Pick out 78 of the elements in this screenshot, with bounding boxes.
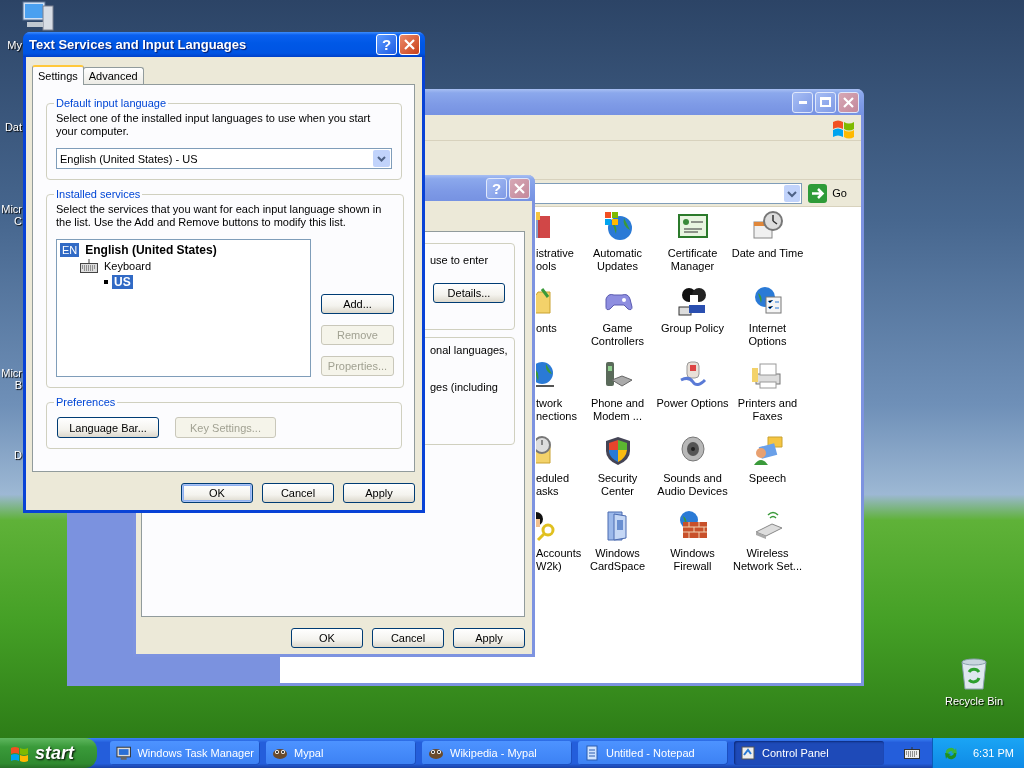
item-label[interactable]: Date and Time [731,247,804,260]
language-badge: EN [60,243,80,257]
item-label[interactable]: Printers and Faxes [737,397,798,423]
keyboard-icon [80,259,98,273]
item-label[interactable]: Speech [748,472,787,485]
description-text: ges (including [430,381,498,394]
dialog-button[interactable]: Apply [343,483,415,503]
title-bar[interactable]: Text Services and Input Languages ? [23,32,425,57]
dialog-button[interactable]: Apply [453,628,525,648]
description-text: use to enter [430,254,489,267]
item-label[interactable]: Security Center [597,472,638,498]
taskbar-button[interactable]: Control Panel [734,741,884,765]
item-label[interactable]: onts [536,322,557,335]
computer-icon[interactable] [21,0,55,32]
item-label[interactable]: istrative ools [536,247,574,273]
start-button[interactable]: start [0,738,97,768]
list-action-button[interactable]: Add... [321,294,394,314]
arrow-right-icon [808,183,828,203]
item-label[interactable]: Certificate Manager [667,247,718,273]
minimize-icon [798,100,807,104]
dialog-button[interactable]: OK [181,483,253,503]
language-dropdown[interactable]: English (United States) - US [56,148,392,169]
item-label[interactable]: Power Options [656,397,729,410]
recycle-bin-icon[interactable] [959,656,989,690]
group-heading: Default input language [55,97,168,109]
tab[interactable]: Settings [32,65,84,85]
group-heading: Preferences [55,396,117,408]
item-label[interactable]: eduled asks [536,472,570,498]
close-icon [843,96,854,108]
tree-item[interactable]: Keyboard [102,259,154,273]
notepad-icon [584,745,600,761]
desktop-icon-label[interactable]: My [0,39,22,51]
help-button[interactable]: ? [376,34,397,55]
item-label[interactable]: Group Policy [661,322,724,335]
desktop-icon-label[interactable]: Recycle Bin [934,695,1014,707]
go-button[interactable]: Go [806,183,849,203]
person-speech-icon[interactable] [751,435,784,467]
item-label[interactable]: Wireless Network Set... [732,547,803,573]
item-label[interactable]: Phone and Modem ... [590,397,645,423]
group-heading: Installed services [55,188,142,200]
tree-item[interactable]: English (United States) [83,243,219,257]
close-button[interactable] [509,177,530,199]
minimize-button[interactable] [792,91,813,113]
maximize-icon [820,97,831,107]
calendar-clock-icon[interactable] [751,210,784,242]
keyboard-icon[interactable] [904,747,920,759]
item-label[interactable]: Internet Options [748,322,787,348]
tree-item[interactable]: US [112,275,133,289]
close-icon [404,39,415,50]
clock: 6:31 PM [973,747,1014,759]
desktop-icon-label[interactable]: Dat [0,121,22,133]
tab[interactable]: Advanced [82,67,144,84]
dialog-button[interactable]: OK [291,628,363,648]
windows-flag-icon [10,744,30,762]
dialog-button[interactable]: Cancel [372,628,444,648]
dialog-button[interactable]: Cancel [262,483,334,503]
description-text: Select the services that you want for each input language shown in the list. Use the Add and Remove buttons to modify this list. [56,203,383,229]
people-icon[interactable] [676,285,709,317]
preference-button[interactable]: Language Bar... [57,417,159,438]
details-button[interactable]: Details... [433,283,505,303]
item-label[interactable]: Automatic Updates [593,247,642,273]
close-icon [514,182,525,194]
item-label[interactable]: Game Controllers [590,322,645,348]
item-label[interactable]: Windows CardSpace [589,547,645,573]
window-title: Text Services and Input Languages [29,37,247,52]
item-label[interactable]: Sounds and Audio Devices [657,472,728,498]
description-text: Select one of the installed input languages to use when you start your computer. [56,112,372,138]
item-label[interactable]: Accounts W2k) [536,547,582,573]
printer-icon[interactable] [751,360,784,392]
item-label[interactable]: Windows Firewall [670,547,715,573]
maximize-button[interactable] [815,91,836,113]
item-label[interactable]: twork nections [536,397,577,423]
monitor-icon [116,745,132,761]
desktop-icon-label[interactable]: Micr B [0,367,22,391]
bullet-icon [104,280,108,284]
description-text: onal languages, [430,344,508,357]
desktop-icon-label[interactable]: Micr C [0,203,22,227]
close-button[interactable] [838,91,859,113]
